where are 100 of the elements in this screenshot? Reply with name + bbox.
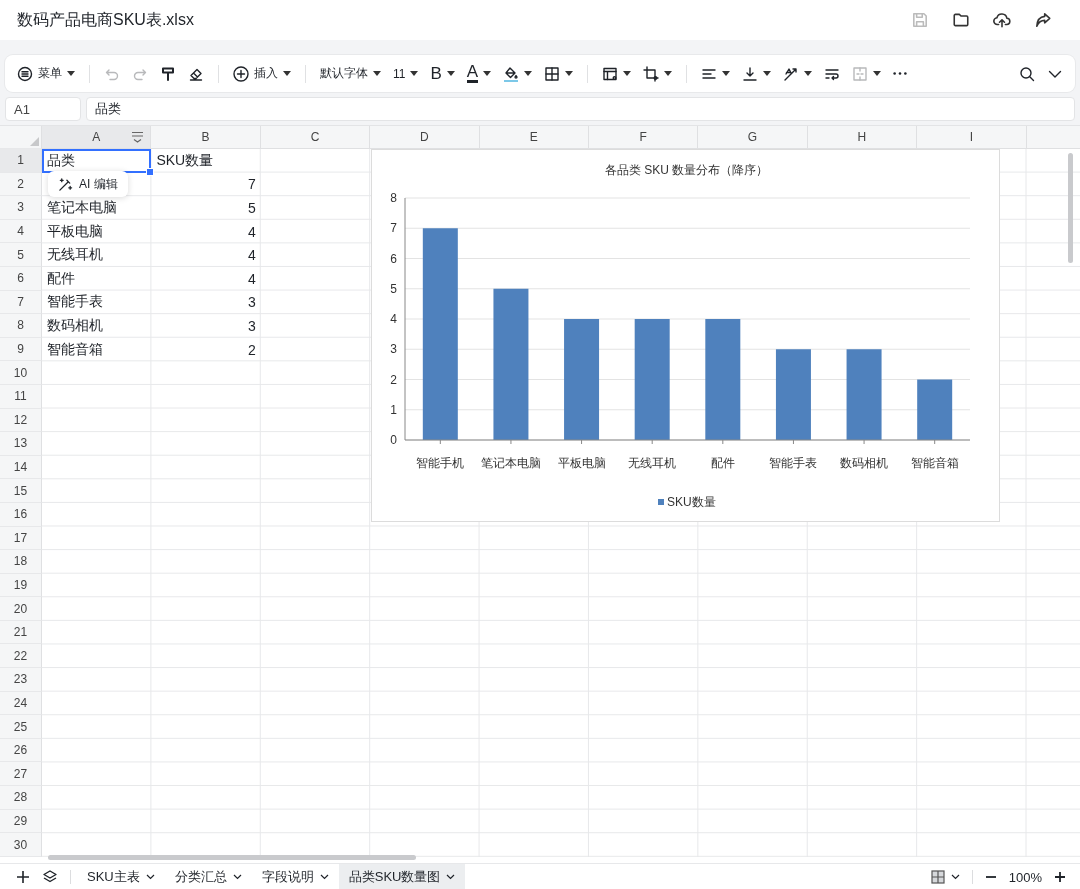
font-size-dropdown[interactable]: 11 <box>387 62 425 85</box>
table-cell[interactable]: 数码相机 <box>42 314 152 338</box>
ai-edit-button[interactable]: AI 编辑 <box>48 171 128 197</box>
column-header[interactable]: F <box>588 126 699 149</box>
row-header[interactable]: 11 <box>0 384 42 409</box>
row-header[interactable]: 15 <box>0 479 42 503</box>
row-header[interactable]: 14 <box>0 455 42 480</box>
row-header[interactable]: 21 <box>0 620 42 645</box>
axis-tick-label: 8 <box>390 191 397 205</box>
row-header[interactable]: 17 <box>0 526 42 551</box>
bold-button[interactable]: B <box>424 59 461 88</box>
row-header[interactable]: 5 <box>0 243 42 267</box>
folder-icon <box>952 11 970 29</box>
category-label: 智能音箱 <box>910 456 959 470</box>
save-icon <box>911 11 929 29</box>
category-label: 配件 <box>710 456 735 470</box>
table-cell[interactable]: 4 <box>151 219 261 244</box>
row-header[interactable]: 22 <box>0 644 42 669</box>
text-angle-icon <box>783 65 800 82</box>
zoom-level: 100% <box>1007 869 1043 885</box>
column-header[interactable]: H <box>807 126 918 149</box>
table-cell[interactable]: SKU数量 <box>151 149 261 173</box>
menu-icon <box>17 65 33 82</box>
chevron-down-icon <box>950 874 960 880</box>
merge-cells-icon <box>852 65 869 82</box>
row-header[interactable]: 30 <box>0 833 42 857</box>
row-header[interactable]: 9 <box>0 337 42 362</box>
row-header[interactable]: 2 <box>0 172 42 197</box>
paint-bucket-icon <box>503 65 520 82</box>
layers-icon <box>42 869 58 885</box>
row-header[interactable]: 18 <box>0 550 42 574</box>
magic-wand-icon <box>58 176 73 192</box>
table-cell[interactable]: 平板电脑 <box>42 219 152 244</box>
row-header[interactable]: 27 <box>0 762 42 787</box>
table-cell[interactable]: 智能手表 <box>42 290 152 315</box>
table-cell[interactable]: 2 <box>151 337 261 362</box>
sheet-tab[interactable]: 分类汇总 <box>164 863 252 889</box>
axis-tick-label: 0 <box>390 433 397 447</box>
column-header[interactable]: B <box>151 126 261 149</box>
filter-icon[interactable] <box>131 131 145 143</box>
row-header[interactable]: 28 <box>0 786 42 810</box>
grid-icon <box>544 65 561 82</box>
row-header[interactable]: 29 <box>0 809 42 834</box>
vertical-scrollbar[interactable] <box>1068 153 1073 263</box>
row-header[interactable]: 20 <box>0 597 42 621</box>
paint-roller-icon <box>160 65 176 82</box>
column-header[interactable]: I <box>917 126 1027 149</box>
legend-swatch <box>658 499 664 505</box>
table-cell[interactable]: 笔记本电脑 <box>42 196 152 220</box>
column-header[interactable]: C <box>260 126 371 149</box>
category-label: 数码相机 <box>840 456 889 470</box>
menu-button[interactable]: 菜单 <box>11 61 81 86</box>
row-header[interactable]: 7 <box>0 290 42 315</box>
row-header[interactable]: 8 <box>0 314 42 338</box>
table-cell[interactable]: 3 <box>151 290 261 315</box>
sheet-tab[interactable]: 品类SKU数量图 <box>338 863 466 889</box>
table-cell[interactable]: 4 <box>151 266 261 291</box>
legend-label: SKU数量 <box>667 495 716 509</box>
row-header[interactable]: 16 <box>0 502 42 527</box>
row-header[interactable]: 12 <box>0 408 42 433</box>
table-cell[interactable]: 配件 <box>42 266 152 291</box>
row-header[interactable]: 24 <box>0 691 42 716</box>
table-cell[interactable]: 智能音箱 <box>42 337 152 362</box>
sheet-tab[interactable]: 字段说明 <box>251 863 339 889</box>
table-cell[interactable]: 3 <box>151 314 261 338</box>
document-title: 数码产品电商SKU表.xlsx <box>17 9 195 30</box>
table-cell[interactable]: 无线耳机 <box>42 243 152 267</box>
row-header[interactable]: 13 <box>0 432 42 456</box>
chevron-down-icon <box>319 874 329 880</box>
table-cell[interactable]: 4 <box>151 243 261 267</box>
cell-reference-field[interactable]: A1 <box>5 97 81 121</box>
row-header[interactable]: 25 <box>0 715 42 739</box>
horizontal-scrollbar[interactable] <box>48 855 416 860</box>
row-header[interactable]: 3 <box>0 196 42 220</box>
row-header[interactable]: 19 <box>0 573 42 598</box>
row-header[interactable]: 10 <box>0 361 42 385</box>
formula-field[interactable]: 品类 <box>86 97 1075 121</box>
row-header[interactable]: 23 <box>0 668 42 692</box>
table-cell[interactable]: 品类 <box>42 149 152 173</box>
axis-tick-label: 4 <box>390 312 397 326</box>
plus-icon <box>1054 871 1066 883</box>
row-header[interactable]: 1 <box>0 149 42 173</box>
plus-circle-icon <box>233 65 249 82</box>
row-header[interactable]: 26 <box>0 738 42 763</box>
column-header[interactable]: E <box>479 126 589 149</box>
font-color-button[interactable]: A <box>460 60 498 87</box>
table-cell[interactable]: 5 <box>151 196 261 220</box>
plus-icon <box>16 870 30 884</box>
insert-button[interactable]: 插入 <box>227 61 297 86</box>
row-header[interactable]: 6 <box>0 266 42 291</box>
row-header[interactable]: 4 <box>0 219 42 244</box>
sheet-tab[interactable]: SKU主表 <box>77 863 165 889</box>
font-family-dropdown[interactable]: 默认字体 <box>314 61 387 86</box>
axis-tick-label: 1 <box>390 402 397 417</box>
more-icon <box>893 72 908 75</box>
column-header[interactable]: A <box>42 126 152 149</box>
column-header[interactable]: G <box>698 126 808 149</box>
category-label: 平板电脑 <box>557 456 606 470</box>
table-cell[interactable]: 7 <box>151 172 261 197</box>
column-header[interactable]: D <box>370 126 480 149</box>
